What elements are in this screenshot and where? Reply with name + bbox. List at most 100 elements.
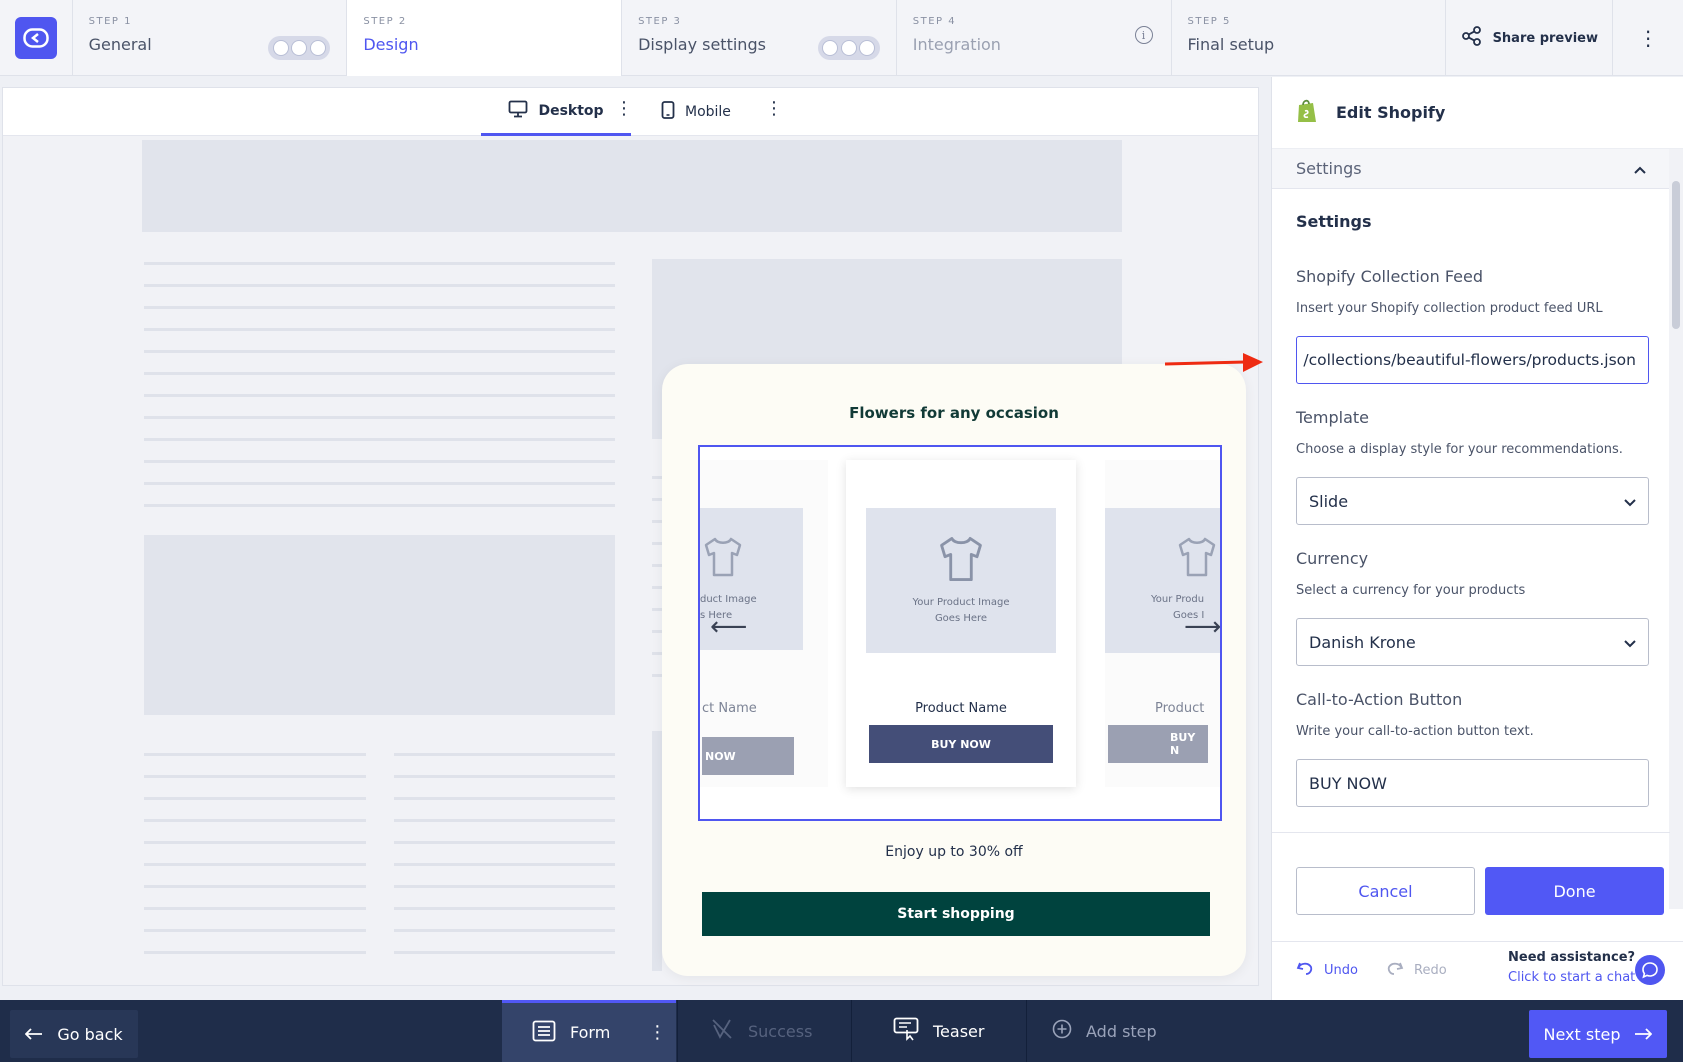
- steps-bar: STEP 1 General STEP 2 Design STEP 3 Disp…: [0, 0, 1683, 76]
- redo-button[interactable]: Redo: [1386, 960, 1447, 980]
- header-placeholder: [142, 140, 1122, 232]
- logo-icon[interactable]: [14, 17, 57, 59]
- image-caption: Your Produ: [1151, 594, 1205, 605]
- accordion-label: Settings: [1296, 159, 1362, 178]
- cancel-button[interactable]: Cancel: [1296, 867, 1475, 915]
- redo-label: Redo: [1414, 962, 1447, 978]
- plus-circle-icon: [1052, 1019, 1072, 1043]
- step-general[interactable]: STEP 1 General: [73, 0, 348, 76]
- add-step-button[interactable]: Add step: [1052, 1000, 1157, 1062]
- share-icon: [1461, 25, 1483, 51]
- tab-success[interactable]: Success: [710, 1000, 812, 1062]
- tab-form[interactable]: Form ⋮: [502, 1000, 676, 1062]
- undo-icon: [1296, 960, 1314, 980]
- undo-label: Undo: [1324, 962, 1358, 978]
- currency-select[interactable]: Danish Krone: [1296, 618, 1649, 666]
- step-design[interactable]: STEP 2 Design: [347, 0, 623, 76]
- desktop-options-icon[interactable]: ⋮: [615, 98, 633, 119]
- start-shopping-button[interactable]: Start shopping: [702, 892, 1210, 936]
- bottom-bar: Go back Form ⋮ Success Teaser Add step N…: [0, 1000, 1683, 1062]
- arrow-left-icon[interactable]: ⟵: [710, 612, 747, 642]
- cta-value: BUY NOW: [1309, 773, 1387, 793]
- tab-teaser[interactable]: Teaser: [893, 1000, 984, 1062]
- chat-icon[interactable]: [1635, 955, 1665, 985]
- mobile-options-icon[interactable]: ⋮: [765, 98, 783, 119]
- arrow-annotation-icon: [1164, 352, 1265, 380]
- tab-desktop-label: Desktop: [538, 102, 604, 119]
- next-step-button[interactable]: Next step: [1529, 1010, 1667, 1058]
- share-preview-button[interactable]: Share preview: [1446, 0, 1614, 76]
- cta-help: Write your call-to-action button text.: [1296, 724, 1534, 739]
- redo-icon: [1386, 960, 1404, 980]
- step-number: STEP 5: [1187, 16, 1231, 27]
- step-number: STEP 3: [638, 16, 682, 27]
- teaser-icon: [893, 1017, 919, 1045]
- cta-label: Call-to-Action Button: [1296, 690, 1463, 709]
- buy-now-button[interactable]: BUY N: [1108, 725, 1208, 763]
- form-icon: [532, 1020, 556, 1046]
- device-switcher: Desktop ⋮ Mobile ⋮: [3, 88, 1258, 136]
- add-step-label: Add step: [1086, 1021, 1157, 1041]
- arrow-right-icon: [1634, 1025, 1653, 1044]
- chevron-down-icon: [1624, 492, 1636, 511]
- divider: [677, 1000, 678, 1062]
- next-step-label: Next step: [1543, 1024, 1621, 1044]
- mobile-icon: [661, 101, 675, 123]
- shirt-icon: [1177, 536, 1217, 582]
- template-value: Slide: [1309, 491, 1349, 511]
- undo-button[interactable]: Undo: [1296, 960, 1358, 980]
- panel-title: Edit Shopify: [1336, 103, 1446, 122]
- buy-now-button[interactable]: NOW: [702, 737, 794, 775]
- product-name: Product Name: [915, 701, 1007, 716]
- divider: [1026, 1000, 1027, 1062]
- desktop-icon: [508, 100, 528, 122]
- info-icon[interactable]: i: [1134, 26, 1153, 44]
- tab-desktop[interactable]: Desktop: [481, 88, 631, 136]
- go-back-button[interactable]: Go back: [10, 1010, 138, 1058]
- promo-text: Enjoy up to 30% off: [885, 844, 1023, 860]
- currency-value: Danish Krone: [1309, 632, 1416, 652]
- product-recommendation-popup[interactable]: Flowers for any occasion duct Image s He…: [662, 364, 1246, 976]
- chevron-down-icon: [1624, 633, 1636, 652]
- logo-cell[interactable]: [0, 0, 73, 76]
- step-title: Design: [363, 35, 419, 54]
- template-help: Choose a display style for your recommen…: [1296, 442, 1623, 457]
- assistance-block: Need assistance? Click to start a chat: [1508, 948, 1635, 988]
- product-slider[interactable]: duct Image s Here ct Name NOW ⟵ Your Pro…: [698, 445, 1222, 821]
- step-integration[interactable]: STEP 4 Integration i: [897, 0, 1172, 76]
- step-progress-toggle: [817, 36, 880, 60]
- success-icon: [710, 1017, 734, 1045]
- buy-now-button[interactable]: BUY NOW: [869, 725, 1053, 763]
- scrollbar-thumb[interactable]: [1672, 181, 1680, 329]
- step-title: Integration: [912, 35, 1001, 54]
- start-chat-link[interactable]: Click to start a chat: [1508, 968, 1635, 988]
- feed-help: Insert your Shopify collection product f…: [1296, 301, 1603, 316]
- feed-url-input[interactable]: /collections/beautiful-flowers/products.…: [1296, 336, 1649, 384]
- image-caption: duct Image: [700, 594, 757, 605]
- template-label: Template: [1296, 408, 1370, 427]
- shopify-icon: [1296, 98, 1318, 128]
- cta-text-input[interactable]: BUY NOW: [1296, 759, 1649, 807]
- step-final-setup[interactable]: STEP 5 Final setup: [1172, 0, 1447, 76]
- form-options-icon[interactable]: ⋮: [648, 1022, 666, 1043]
- image-placeholder: [652, 731, 662, 971]
- tab-success-label: Success: [748, 1021, 813, 1041]
- settings-accordion-header[interactable]: Settings: [1272, 149, 1670, 189]
- popup-title: Flowers for any occasion: [849, 404, 1059, 422]
- tab-teaser-label: Teaser: [933, 1021, 985, 1041]
- tab-mobile[interactable]: Mobile: [661, 88, 731, 136]
- template-select[interactable]: Slide: [1296, 477, 1649, 525]
- step-display-settings[interactable]: STEP 3 Display settings: [622, 0, 897, 76]
- product-name: ct Name: [702, 701, 757, 716]
- section-title: Settings: [1296, 212, 1372, 231]
- arrow-right-icon[interactable]: ⟶: [1184, 612, 1220, 642]
- feed-label: Shopify Collection Feed: [1296, 267, 1483, 286]
- panel-header: Edit Shopify: [1272, 77, 1683, 149]
- shirt-icon: [938, 535, 984, 587]
- panel-scrollbar[interactable]: [1669, 149, 1683, 909]
- currency-label: Currency: [1296, 549, 1369, 568]
- divider: [1272, 832, 1670, 833]
- more-menu-icon[interactable]: ⋮: [1613, 0, 1683, 76]
- product-name: Product: [1155, 701, 1205, 716]
- done-button[interactable]: Done: [1485, 867, 1664, 915]
